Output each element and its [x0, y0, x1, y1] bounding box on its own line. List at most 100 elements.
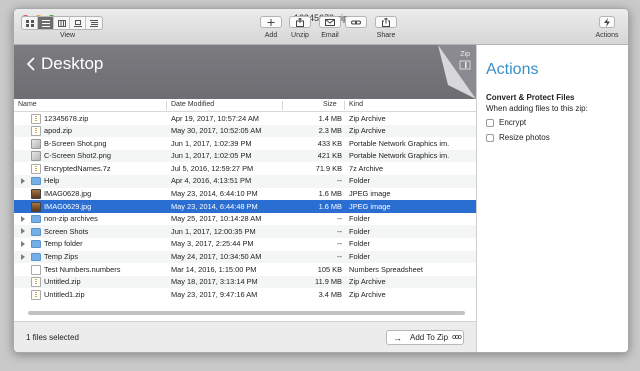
unzip-button[interactable] [289, 16, 311, 28]
file-size: 433 KB [317, 138, 342, 148]
add-button[interactable] [260, 16, 282, 28]
column-name[interactable]: Name [18, 101, 37, 108]
disclosure-triangle-icon[interactable] [20, 177, 26, 184]
table-row[interactable]: IMAG0628.jpg May 23, 2014, 6:44:10 PM 1.6 … [14, 188, 476, 201]
table-row[interactable]: Test Numbers.numbers Mar 14, 2016, 1:15:0… [14, 263, 476, 276]
file-date: Apr 19, 2017, 10:57:24 AM [171, 113, 259, 123]
table-row[interactable]: non-zip archives May 25, 2017, 10:14:28 A… [14, 213, 476, 226]
horizontal-scrollbar[interactable] [28, 311, 465, 315]
view-columns-button[interactable] [54, 17, 70, 29]
panel-subtitle: Convert & Protect Files [486, 93, 575, 102]
folder-icon [31, 253, 41, 262]
column-date[interactable]: Date Modified [171, 101, 214, 108]
file-date: Mar 14, 2016, 1:15:00 PM [171, 264, 257, 274]
app-window: 12345678.zip View Add Unzi [13, 8, 629, 353]
file-kind: Portable Network Graphics im. [349, 138, 450, 148]
unzip-label: Unzip [291, 32, 309, 39]
file-name: EncryptedNames.7z [44, 163, 111, 173]
column-divider[interactable] [344, 101, 345, 110]
resize-photos-checkbox[interactable] [486, 134, 494, 142]
view-detail-button[interactable] [86, 17, 102, 29]
file-date: Jun 1, 2017, 1:02:39 PM [171, 138, 252, 148]
table-row[interactable]: 12345678.zip Apr 19, 2017, 10:57:24 AM 1.4… [14, 112, 476, 125]
view-icons-button[interactable] [22, 17, 38, 29]
link-icon [351, 20, 361, 24]
disclosure-triangle-icon[interactable] [20, 215, 26, 222]
file-date: May 23, 2017, 9:47:16 AM [171, 289, 258, 299]
image-icon [31, 151, 41, 162]
table-row[interactable]: C-Screen Shot2.png Jun 1, 2017, 1:02:05 P… [14, 149, 476, 163]
file-list: 12345678.zip Apr 19, 2017, 10:57:24 AM 1.4… [14, 112, 476, 301]
table-row-selected[interactable]: IMAG0629.jpg May 23, 2014, 6:44:48 PM 1.6 … [14, 200, 476, 213]
view-gallery-button[interactable] [70, 17, 86, 29]
file-name: IMAG0629.jpg [44, 201, 92, 211]
table-row[interactable]: EncryptedNames.7z Jul 5, 2016, 12:59:27 P… [14, 162, 476, 175]
actions-panel: Actions Convert & Protect Files When add… [476, 45, 628, 352]
actions-label: Actions [595, 32, 619, 39]
zip-icon [31, 113, 41, 124]
file-size: -- [337, 239, 342, 249]
column-divider[interactable] [282, 101, 283, 110]
file-name: Help [44, 176, 60, 186]
folder-icon [31, 240, 41, 249]
file-date: Jun 1, 2017, 1:02:05 PM [171, 151, 252, 161]
location-title: Desktop [41, 54, 104, 73]
lightning-icon [604, 17, 610, 27]
table-row[interactable]: Help Apr 4, 2016, 4:13:51 PM -- Folder [14, 174, 476, 188]
resize-photos-label: Resize photos [499, 133, 550, 142]
file-size: -- [337, 176, 342, 186]
column-kind[interactable]: Kind [349, 101, 363, 108]
column-size[interactable]: Size [323, 101, 337, 108]
disclosure-triangle-icon[interactable] [20, 240, 26, 247]
file-size: -- [337, 226, 342, 236]
back-chevron-icon[interactable] [25, 57, 37, 71]
file-kind: Folder [349, 239, 370, 249]
ellipsis-icon: ooo [452, 334, 462, 341]
actions-button[interactable] [599, 16, 615, 28]
disclosure-triangle-icon[interactable] [20, 253, 26, 260]
file-date: May 18, 2017, 3:13:14 PM [171, 277, 258, 287]
file-name: Untitled.zip [44, 277, 81, 287]
status-bar: 1 files selected → Add To Zip ooo [14, 321, 476, 352]
file-date: May 25, 2017, 10:14:28 AM [171, 214, 262, 224]
file-name: C-Screen Shot2.png [44, 151, 111, 161]
table-row[interactable]: Temp Zips May 24, 2017, 10:34:50 AM -- Fold… [14, 250, 476, 264]
file-name: Temp Zips [44, 252, 79, 262]
add-to-zip-button[interactable]: → Add To Zip ooo [386, 330, 464, 345]
file-size: -- [337, 252, 342, 262]
file-size: 11.9 MB [315, 277, 342, 287]
table-row[interactable]: Temp folder May 3, 2017, 2:25:44 PM -- Fold… [14, 238, 476, 251]
table-row[interactable]: Screen Shots Jun 1, 2017, 12:00:35 PM -- Fo… [14, 225, 476, 238]
view-mode-control[interactable] [21, 16, 103, 30]
file-kind: JPEG image [349, 201, 391, 211]
page-curl-icon [438, 45, 476, 99]
file-name: apod.zip [44, 126, 72, 136]
file-kind: 7z Archive [349, 163, 384, 173]
file-name: IMAG0628.jpg [44, 189, 92, 199]
toolbar: 12345678.zip View Add Unzi [14, 9, 628, 45]
file-kind: Folder [349, 214, 370, 224]
share-button[interactable] [375, 16, 397, 28]
share-label: Share [376, 32, 396, 39]
table-row[interactable]: B-Screen Shot.png Jun 1, 2017, 1:02:39 PM… [14, 137, 476, 150]
view-list-button[interactable] [38, 17, 54, 29]
file-name: Untitled1.zip [44, 289, 85, 299]
file-size: 1.6 MB [318, 201, 342, 211]
email-button[interactable] [319, 16, 341, 28]
encrypt-checkbox[interactable] [486, 119, 494, 127]
table-row[interactable]: Untitled.zip May 18, 2017, 3:13:14 PM 11.9… [14, 275, 476, 289]
arrow-right-icon: → [393, 332, 402, 343]
file-date: Jul 5, 2016, 12:59:27 PM [171, 163, 254, 173]
column-divider[interactable] [166, 101, 167, 110]
zip-icon [31, 289, 41, 300]
disclosure-triangle-icon[interactable] [20, 228, 26, 235]
file-kind: Folder [349, 252, 370, 262]
file-size: 1.4 MB [318, 113, 342, 123]
table-row[interactable]: Untitled1.zip May 23, 2017, 9:47:16 AM 3.4… [14, 288, 476, 301]
table-row[interactable]: apod.zip May 30, 2017, 10:52:05 AM 2.3 MB Z… [14, 124, 476, 138]
file-size: 105 KB [317, 264, 342, 274]
link-button[interactable] [345, 16, 367, 28]
file-size: -- [337, 214, 342, 224]
grid-icon [25, 19, 34, 27]
folder-icon [31, 227, 41, 236]
